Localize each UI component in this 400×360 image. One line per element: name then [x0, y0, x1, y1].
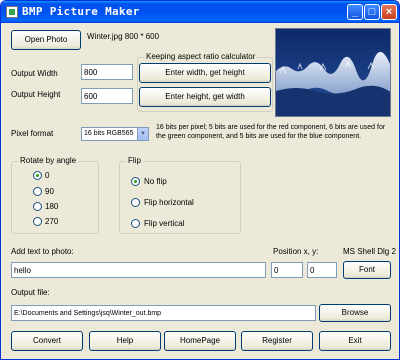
app-window: BMP Picture Maker _ □ × Open Photo Winte…: [0, 0, 400, 360]
flip-group-title: Flip: [126, 156, 143, 165]
output-height-field[interactable]: 600: [81, 88, 133, 104]
position-label: Position x, y:: [273, 247, 319, 256]
rotate-270-radio[interactable]: [33, 217, 42, 226]
exit-button[interactable]: Exit: [319, 331, 391, 351]
overlay-text-field[interactable]: hello: [11, 262, 266, 278]
flip-horizontal-label: Flip horizontal: [144, 198, 194, 207]
pixel-format-value: 16 bits RGB565: [84, 130, 134, 137]
rotate-0-label: 0: [45, 171, 50, 180]
register-button[interactable]: Register: [241, 331, 313, 351]
maximize-icon[interactable]: □: [364, 4, 380, 20]
add-text-label: Add text to photo:: [11, 247, 74, 256]
window-title: BMP Picture Maker: [22, 5, 140, 18]
pixel-format-select[interactable]: 16 bits RGB565 ▼: [81, 127, 149, 141]
no-flip-radio[interactable]: [131, 177, 140, 186]
rotate-90-radio[interactable]: [33, 187, 42, 196]
no-flip-label: No flip: [144, 177, 167, 186]
output-file-label: Output file:: [11, 288, 50, 297]
rotate-180-label: 180: [45, 202, 59, 211]
chevron-down-icon[interactable]: ▼: [137, 128, 148, 140]
title-bar[interactable]: BMP Picture Maker _ □ ×: [1, 1, 399, 23]
rotate-180-radio[interactable]: [33, 202, 42, 211]
close-icon[interactable]: ×: [381, 4, 397, 20]
pixel-format-description: 16 bits per pixel; 5 bits are used for t…: [156, 124, 386, 140]
font-button[interactable]: Font: [343, 261, 391, 279]
photo-preview: [275, 28, 391, 117]
output-path-field[interactable]: E:\Documents and Settings\jsq\Winter_out…: [11, 305, 316, 321]
help-button[interactable]: Help: [89, 331, 161, 351]
minimize-icon[interactable]: _: [347, 4, 363, 20]
output-height-label: Output Height: [11, 90, 61, 99]
open-photo-button[interactable]: Open Photo: [11, 30, 81, 50]
enter-width-button[interactable]: Enter width, get height: [139, 63, 271, 83]
rotate-group-title: Rotate by angle: [18, 156, 79, 165]
aspect-calculator-title: Keeping aspect ratio calculator: [144, 52, 258, 61]
font-name: MS Shell Dlg 2: [343, 247, 396, 256]
homepage-button[interactable]: HomePage: [164, 331, 236, 351]
flip-vertical-radio[interactable]: [131, 219, 140, 228]
pixel-format-label: Pixel format: [11, 129, 54, 138]
output-width-field[interactable]: 800: [81, 64, 133, 80]
output-width-label: Output Width: [11, 69, 58, 78]
rotate-90-label: 90: [45, 187, 54, 196]
position-x-field[interactable]: 0: [271, 262, 303, 278]
file-info: Winter.jpg 800 * 600: [87, 32, 160, 41]
rotate-270-label: 270: [45, 217, 59, 226]
rotate-0-radio[interactable]: [33, 171, 42, 180]
flip-vertical-label: Flip vertical: [144, 219, 185, 228]
flip-horizontal-radio[interactable]: [131, 198, 140, 207]
convert-button[interactable]: Convert: [11, 331, 83, 351]
position-y-field[interactable]: 0: [307, 262, 337, 278]
browse-button[interactable]: Browse: [319, 304, 391, 322]
enter-height-button[interactable]: Enter height, get width: [139, 87, 271, 107]
app-icon: [6, 6, 18, 18]
